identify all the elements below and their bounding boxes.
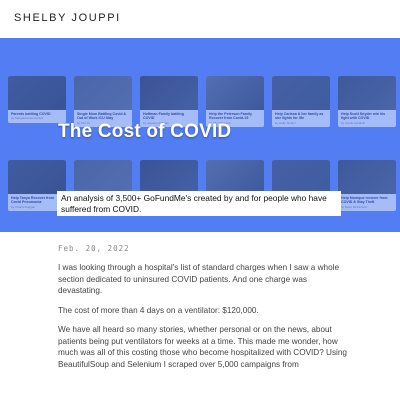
- hero-subtitle: An analysis of 3,500+ GoFundMe's created…: [57, 191, 341, 216]
- site-title[interactable]: SHELBY JOUPPI: [14, 12, 121, 24]
- post-paragraph: We have all heard so many stories, wheth…: [58, 325, 347, 369]
- site-header: SHELBY JOUPPI: [0, 0, 400, 38]
- post-body: Feb. 20, 2022 I was looking through a ho…: [58, 244, 348, 378]
- post-paragraph: The cost of more than 4 days on a ventil…: [58, 305, 259, 315]
- hero-title: The Cost of COVID: [58, 121, 232, 142]
- post-date: Feb. 20, 2022: [58, 244, 130, 253]
- post-paragraph: I was looking through a hospital's list …: [58, 263, 340, 295]
- hero-banner: Parents battling COVID by Margarita Herna…: [0, 38, 400, 232]
